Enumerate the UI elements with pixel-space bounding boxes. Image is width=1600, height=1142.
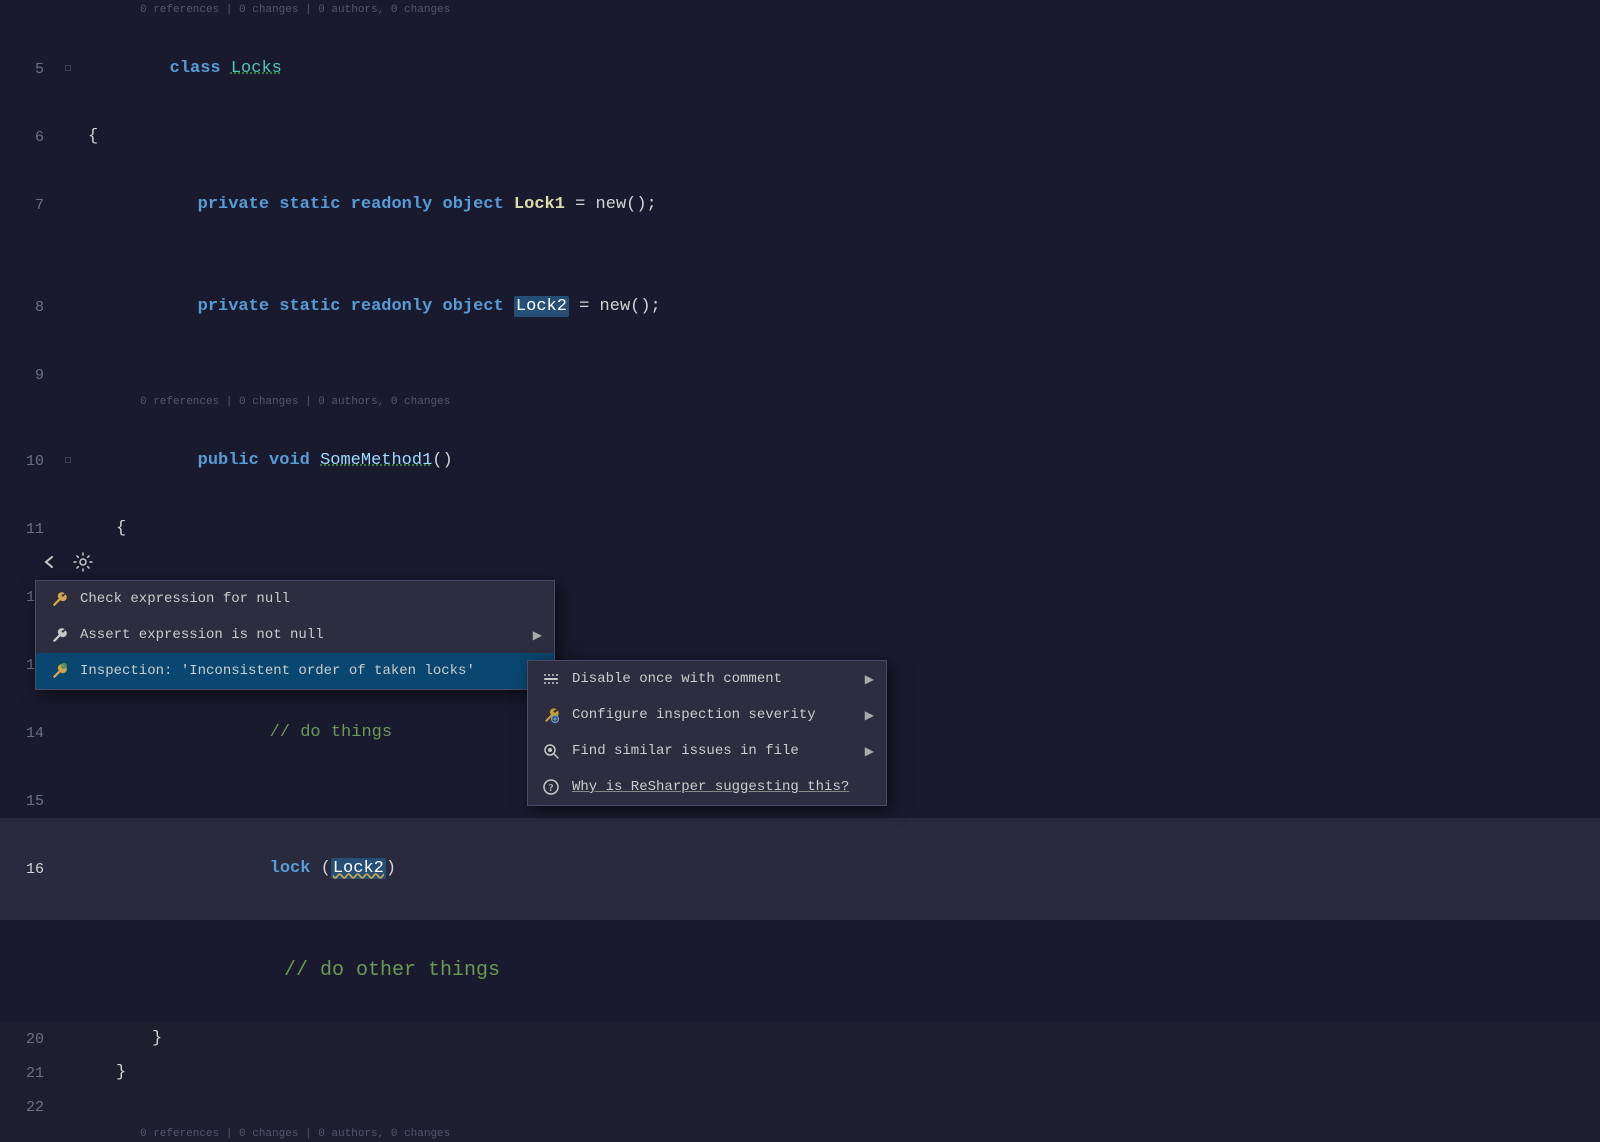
code-line-10: 10 □ public void SomeMethod1(): [0, 410, 1600, 512]
line-num-7: 7: [0, 197, 60, 214]
svg-text:?: ?: [549, 783, 554, 794]
menu-item-inspection[interactable]: Inspection: 'Inconsistent order of taken…: [36, 653, 554, 689]
find-icon: [540, 740, 562, 762]
meta-text-top: 0 references | 0 changes | 0 authors, 0 …: [140, 4, 450, 16]
code-content-5: class Locks: [80, 18, 1600, 120]
menu-label-assert-null: Assert expression is not null: [80, 627, 523, 643]
code-line-6: 6 {: [0, 120, 1600, 154]
menu-label-inspection: Inspection: 'Inconsistent order of taken…: [80, 663, 523, 679]
menu-label-configure-severity: Configure inspection severity: [572, 707, 855, 723]
menu-item-configure-severity[interactable]: Configure inspection severity ▶: [528, 697, 886, 733]
arrow-icon-3: ▶: [865, 672, 874, 687]
code-content-11: {: [80, 512, 1600, 546]
menu-item-check-null[interactable]: Check expression for null: [36, 581, 554, 617]
configure-icon: [540, 704, 562, 726]
code-content-8: private static readonly object Lock2 = n…: [80, 256, 1600, 358]
line-num-20: 20: [0, 1031, 60, 1048]
code-content-10: public void SomeMethod1(): [80, 410, 1600, 512]
question-icon: ?: [540, 776, 562, 798]
code-content-17: // do other things: [80, 920, 1600, 1022]
menu-item-why-suggesting[interactable]: ? Why is ReSharper suggesting this?: [528, 769, 886, 805]
code-line-22: 22: [0, 1090, 1600, 1124]
line-num-5: 5: [0, 61, 60, 78]
menu-item-disable-comment[interactable]: Disable once with comment ▶: [528, 661, 886, 697]
code-line-21: 21 }: [0, 1056, 1600, 1090]
meta-line-bottom: 0 references | 0 changes | 0 authors, 0 …: [0, 1124, 1600, 1142]
code-line-5: 5 □ class Locks: [0, 18, 1600, 120]
line-num-21: 21: [0, 1065, 60, 1082]
code-content-21: }: [80, 1056, 1600, 1090]
meta-line-2: 0 references | 0 changes | 0 authors, 0 …: [0, 392, 1600, 410]
settings-icon[interactable]: [69, 548, 97, 576]
code-line-17: 17 // do other things: [0, 920, 1600, 1022]
code-line-8: 8 private static readonly object Lock2 =…: [0, 256, 1600, 358]
meta-text-2: 0 references | 0 changes | 0 authors, 0 …: [140, 396, 450, 408]
line-num-16: 16: [0, 861, 60, 878]
menu-item-find-similar[interactable]: Find similar issues in file ▶: [528, 733, 886, 769]
line-num-11: 11: [0, 521, 60, 538]
line-num-6: 6: [0, 129, 60, 146]
code-line-9: 9: [0, 358, 1600, 392]
code-line-11: 11 {: [0, 512, 1600, 546]
arrow-icon-4: ▶: [865, 708, 874, 723]
line-num-22: 22: [0, 1099, 60, 1116]
menu-label-disable-comment: Disable once with comment: [572, 671, 855, 687]
fold-10[interactable]: □: [60, 453, 76, 469]
arrow-icon-1: ▶: [533, 628, 542, 643]
code-content-20: }: [80, 1022, 1600, 1056]
context-menu-left: Check expression for null Assert express…: [35, 580, 555, 690]
meta-text-bottom: 0 references | 0 changes | 0 authors, 0 …: [140, 1128, 450, 1140]
toolbar-icons-area: [35, 548, 97, 576]
menu-label-find-similar: Find similar issues in file: [572, 743, 855, 759]
disable-icon: [540, 668, 562, 690]
line-num-15: 15: [0, 793, 60, 810]
code-container: 0 references | 0 changes | 0 authors, 0 …: [0, 0, 1600, 981]
wrench-icon-3: [48, 660, 70, 682]
code-content-7: private static readonly object Lock1 = n…: [80, 154, 1600, 256]
editor-area: 0 references | 0 changes | 0 authors, 0 …: [0, 0, 1600, 981]
line-num-14: 14: [0, 725, 60, 742]
code-line-20: 20 }: [0, 1022, 1600, 1056]
back-icon[interactable]: [35, 548, 63, 576]
code-content-16: lock (Lock2): [80, 818, 1600, 920]
code-line-7: 7 private static readonly object Lock1 =…: [0, 154, 1600, 256]
line-num-10: 10: [0, 453, 60, 470]
menu-label-check-null: Check expression for null: [80, 591, 542, 607]
line-num-8: 8: [0, 299, 60, 316]
fold-5[interactable]: □: [60, 61, 76, 77]
menu-label-why-suggesting: Why is ReSharper suggesting this?: [572, 779, 874, 795]
wrench-icon-1: [48, 588, 70, 610]
code-content-6: {: [80, 120, 1600, 154]
context-menu-right: Disable once with comment ▶ Configure in…: [527, 660, 887, 806]
arrow-icon-5: ▶: [865, 744, 874, 759]
menu-item-assert-null[interactable]: Assert expression is not null ▶: [36, 617, 554, 653]
line-num-9: 9: [0, 367, 60, 384]
wrench-icon-2: [48, 624, 70, 646]
meta-line-top: 0 references | 0 changes | 0 authors, 0 …: [0, 0, 1600, 18]
code-line-16: 16 lock (Lock2): [0, 818, 1600, 920]
